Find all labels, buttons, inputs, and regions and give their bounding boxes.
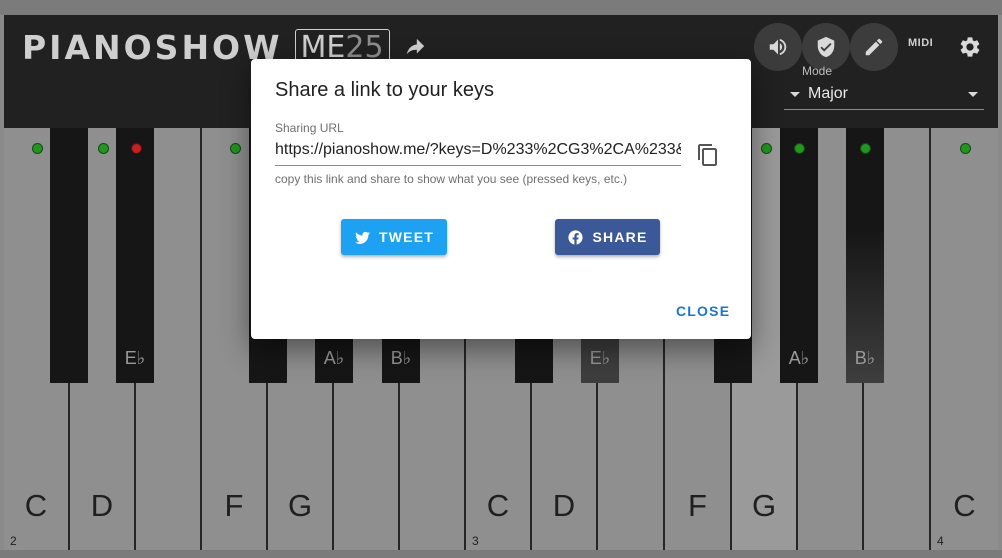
octave-label: 4	[937, 534, 944, 548]
volume-icon	[769, 38, 787, 56]
key-label: F	[224, 488, 244, 523]
tweet-button[interactable]: TWEET	[341, 219, 447, 255]
chevron-down-icon	[968, 91, 978, 97]
key-indicator	[960, 143, 971, 154]
key-indicator	[761, 143, 772, 154]
copy-icon[interactable]	[696, 143, 720, 167]
close-button[interactable]: CLOSE	[676, 303, 730, 319]
key-label: A♭	[323, 348, 345, 368]
key-label: A♭	[788, 348, 810, 368]
key-indicator	[860, 143, 871, 154]
white-key[interactable]: C4	[931, 128, 998, 550]
tweet-label: TWEET	[379, 229, 434, 245]
key-label: F	[688, 488, 707, 523]
pianoshow-app: PIANOSHOW ME25 MIDI Mode Major C2 D F G	[0, 0, 1002, 558]
highlighter-button[interactable]	[850, 23, 898, 71]
share-label: SHARE	[592, 229, 648, 245]
key-indicator	[230, 143, 241, 154]
facebook-share-button[interactable]: SHARE	[555, 219, 660, 255]
sharing-hint: copy this link and share to show what yo…	[275, 172, 628, 186]
logo-text: PIANOSHOW	[22, 28, 283, 67]
share-dialog: Share a link to your keys Sharing URL co…	[251, 59, 751, 339]
shield-check-icon	[817, 36, 835, 58]
gear-icon[interactable]	[958, 35, 982, 59]
volume-button[interactable]	[754, 23, 802, 71]
dialog-title: Share a link to your keys	[275, 79, 494, 101]
octave-label: 3	[472, 534, 479, 548]
facebook-icon	[568, 229, 584, 244]
key-indicator	[98, 143, 109, 154]
top-strip	[0, 0, 1002, 15]
key-label: C	[24, 488, 48, 523]
mode-select[interactable]: Major	[784, 79, 984, 110]
key-label: D	[90, 488, 114, 523]
key-indicator-pressed	[131, 143, 142, 154]
mode-value: Major	[808, 85, 849, 102]
key-label: C	[486, 488, 510, 523]
key-indicator	[794, 143, 805, 154]
sharing-url-label: Sharing URL	[275, 121, 344, 135]
octave-label: 2	[10, 534, 17, 548]
black-key[interactable]	[50, 128, 88, 383]
black-key[interactable]: B♭	[846, 128, 884, 383]
twitter-icon	[355, 231, 370, 244]
key-label: G	[287, 488, 313, 523]
share-arrow-icon[interactable]	[404, 37, 426, 59]
mode-label: Mode	[802, 64, 833, 78]
black-key[interactable]: E♭	[116, 128, 154, 383]
key-label: D	[552, 488, 576, 523]
key-label: E♭	[124, 348, 146, 368]
highlighter-icon	[865, 38, 883, 56]
key-label: E♭	[589, 348, 611, 368]
key-label: C	[953, 488, 976, 523]
key-label: B♭	[390, 348, 412, 368]
black-key[interactable]: A♭	[780, 128, 818, 383]
key-indicator	[32, 143, 43, 154]
chevron-down-icon	[790, 91, 800, 97]
midi-button[interactable]: MIDI	[908, 37, 933, 49]
bottom-strip	[0, 550, 1002, 558]
key-label: B♭	[854, 348, 876, 368]
key-label: G	[751, 488, 777, 523]
sharing-url-input[interactable]	[275, 135, 681, 166]
